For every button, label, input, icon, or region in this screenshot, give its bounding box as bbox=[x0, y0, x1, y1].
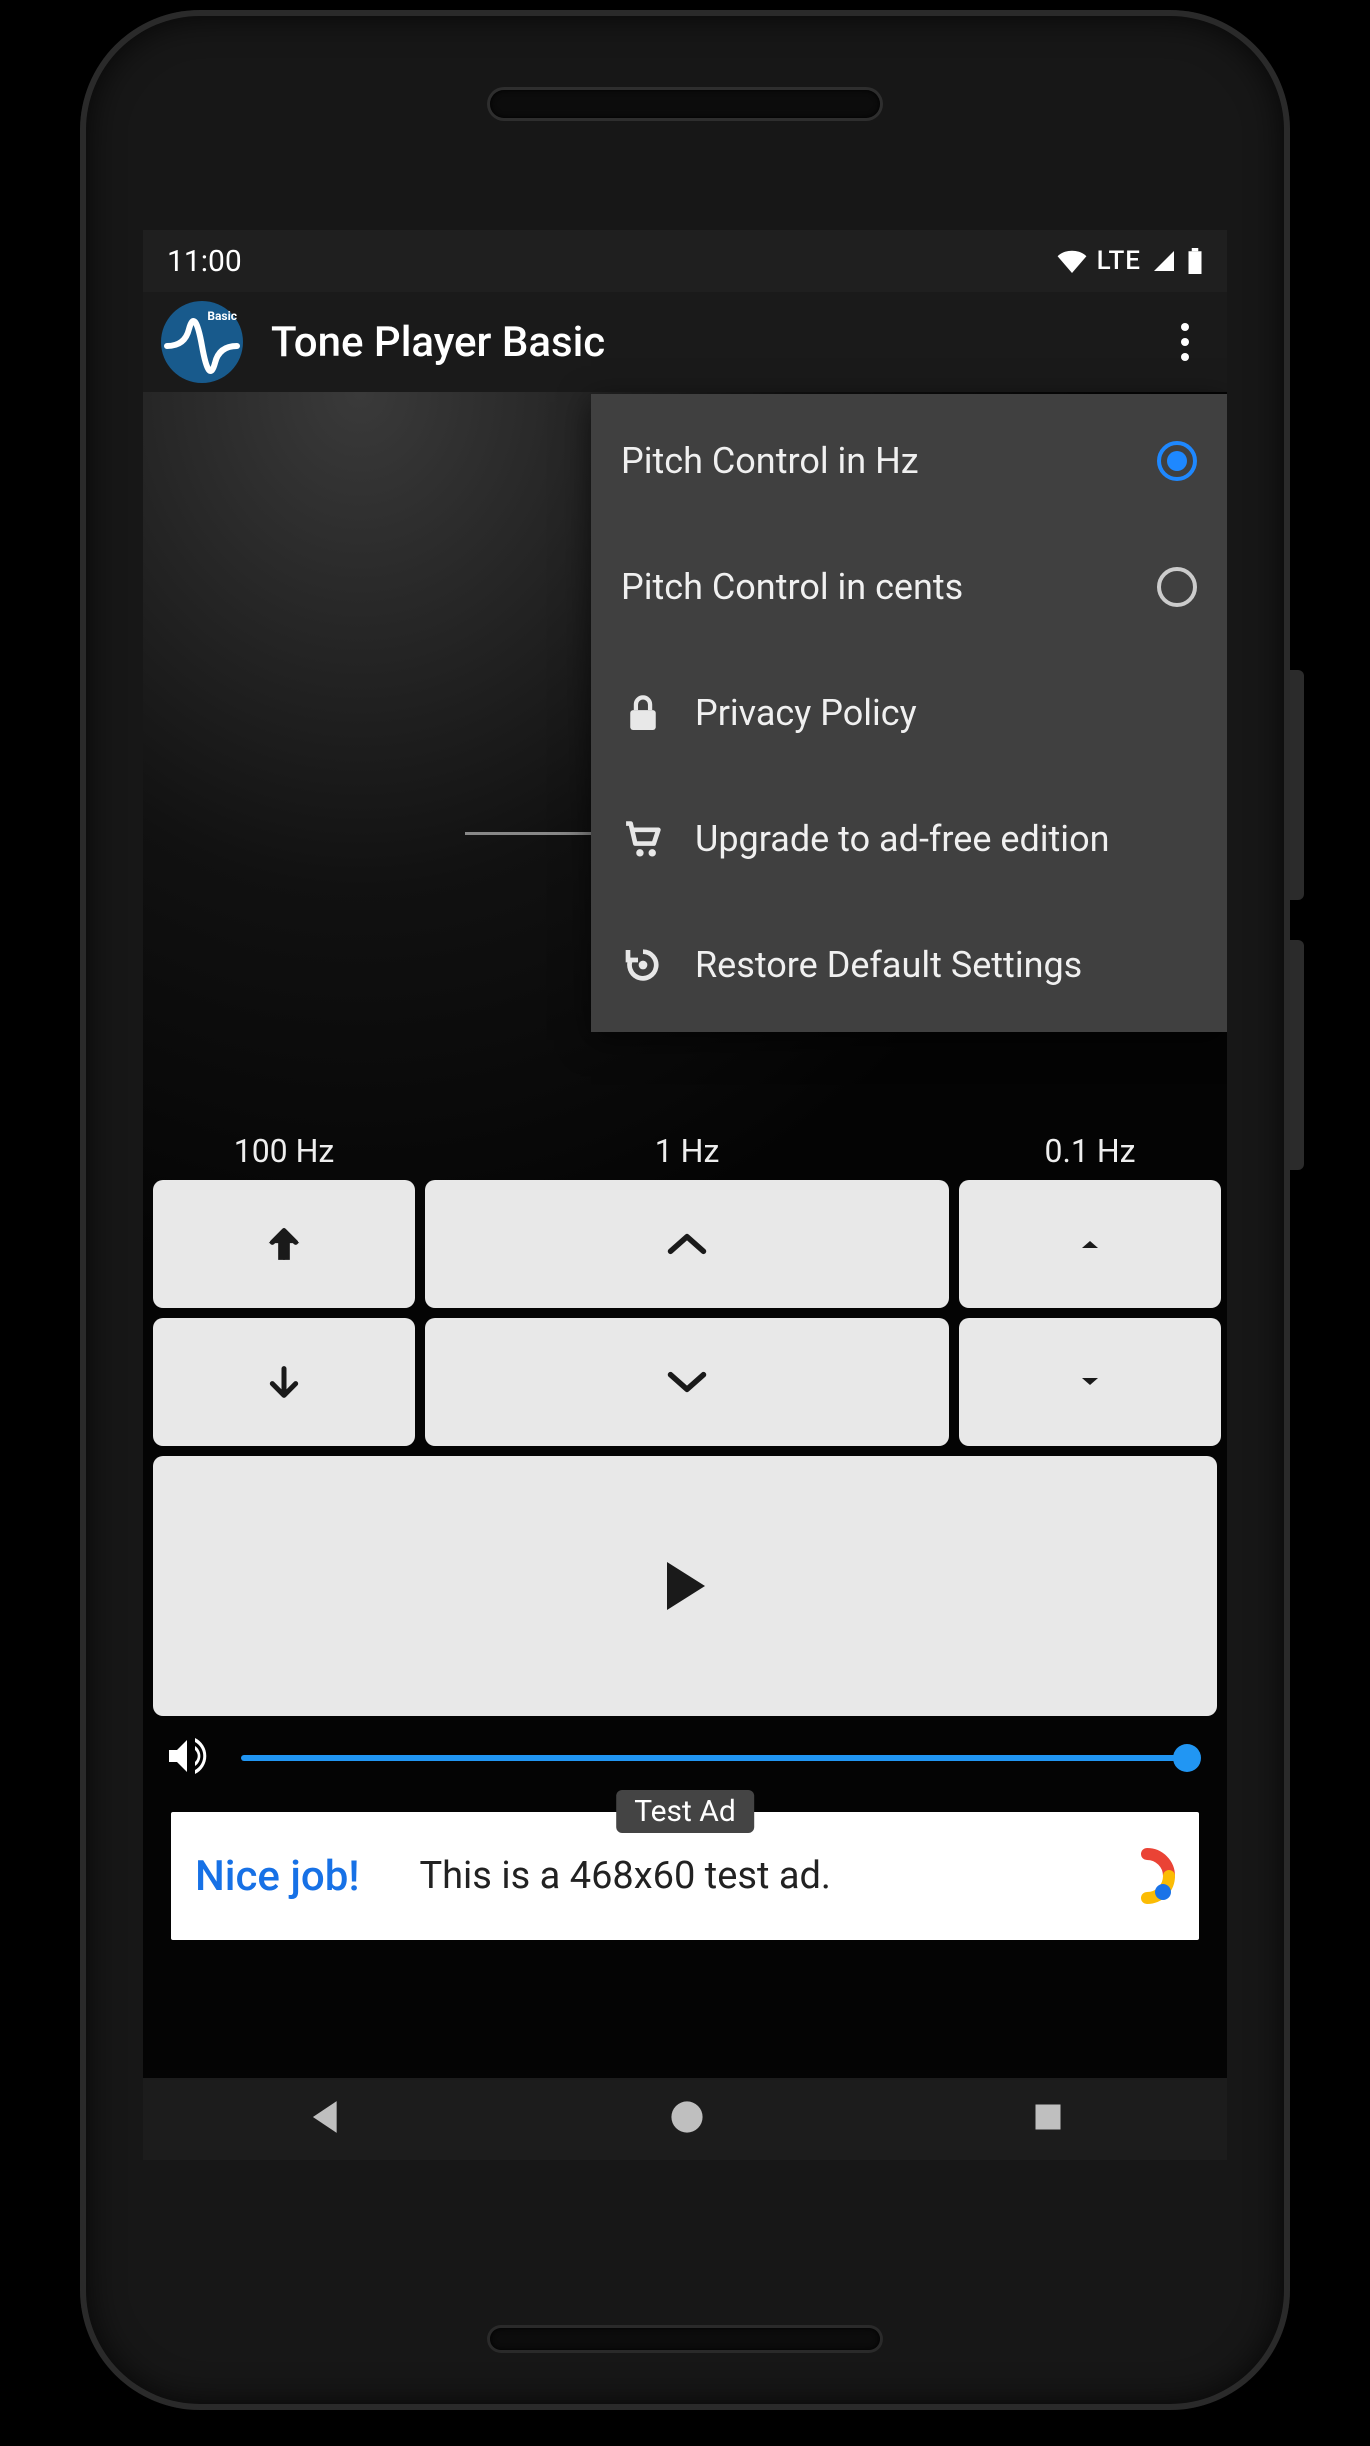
radio-unselected-icon bbox=[1157, 567, 1197, 607]
menu-item-label: Privacy Policy bbox=[695, 692, 1197, 734]
volume-thumb[interactable] bbox=[1173, 1744, 1201, 1772]
step-label-1hz: 1 Hz bbox=[425, 1132, 949, 1170]
menu-item-upgrade[interactable]: Upgrade to ad-free edition bbox=[591, 776, 1227, 902]
step-label-100hz: 100 Hz bbox=[153, 1132, 415, 1170]
play-button[interactable] bbox=[153, 1456, 1217, 1716]
triangle-back-icon bbox=[307, 2098, 341, 2136]
step-up-01hz-button[interactable] bbox=[959, 1180, 1221, 1308]
nav-back-button[interactable] bbox=[307, 2098, 341, 2140]
phone-side-button bbox=[1290, 940, 1304, 1170]
battery-icon bbox=[1187, 248, 1203, 274]
system-navbar bbox=[143, 2078, 1227, 2160]
phone-frame: 11:00 LTE Basic Tone Player Basic bbox=[80, 10, 1290, 2410]
caret-down-icon bbox=[1078, 1375, 1102, 1389]
step-area: 100 Hz 1 Hz 0.1 Hz bbox=[153, 1132, 1217, 1716]
step-down-01hz-button[interactable] bbox=[959, 1318, 1221, 1446]
play-icon bbox=[660, 1558, 710, 1614]
phone-speaker bbox=[490, 2328, 880, 2350]
overflow-menu: Pitch Control in Hz Pitch Control in cen… bbox=[591, 394, 1227, 1032]
app-header: Basic Tone Player Basic bbox=[143, 292, 1227, 392]
menu-item-restore[interactable]: Restore Default Settings bbox=[591, 902, 1227, 1028]
menu-item-label: Upgrade to ad-free edition bbox=[695, 818, 1197, 860]
square-recents-icon bbox=[1033, 2102, 1063, 2132]
status-network: LTE bbox=[1097, 246, 1141, 276]
volume-slider[interactable] bbox=[241, 1755, 1197, 1761]
phone-earpiece bbox=[490, 90, 880, 118]
ad-badge: Test Ad bbox=[616, 1790, 754, 1833]
app-logo: Basic bbox=[161, 301, 243, 383]
step-labels: 100 Hz 1 Hz 0.1 Hz bbox=[153, 1132, 1217, 1170]
step-up-1hz-button[interactable] bbox=[425, 1180, 949, 1308]
screen: 11:00 LTE Basic Tone Player Basic bbox=[143, 230, 1227, 2160]
status-bar: 11:00 LTE bbox=[143, 230, 1227, 292]
caret-up-icon bbox=[1078, 1237, 1102, 1251]
ad-headline: Nice job! bbox=[195, 1852, 359, 1901]
step-down-1hz-button[interactable] bbox=[425, 1318, 949, 1446]
nav-recents-button[interactable] bbox=[1033, 2102, 1063, 2136]
app-title: Tone Player Basic bbox=[271, 318, 1133, 367]
phone-side-button bbox=[1290, 670, 1304, 900]
circle-home-icon bbox=[670, 2100, 704, 2134]
volume-row bbox=[163, 1732, 1197, 1784]
menu-item-label: Pitch Control in Hz bbox=[621, 440, 1127, 482]
ad-banner[interactable]: Test Ad Nice job! This is a 468x60 test … bbox=[171, 1812, 1199, 1940]
menu-item-privacy[interactable]: Privacy Policy bbox=[591, 650, 1227, 776]
volume-icon bbox=[163, 1732, 211, 1784]
step-grid bbox=[153, 1180, 1217, 1446]
menu-item-label: Restore Default Settings bbox=[695, 944, 1197, 986]
menu-item-pitch-cents[interactable]: Pitch Control in cents bbox=[591, 524, 1227, 650]
overflow-menu-button[interactable] bbox=[1161, 318, 1209, 366]
step-label-01hz: 0.1 Hz bbox=[959, 1132, 1221, 1170]
cart-icon bbox=[621, 820, 665, 858]
menu-item-label: Pitch Control in cents bbox=[621, 566, 1127, 608]
lock-icon bbox=[621, 693, 665, 733]
menu-item-pitch-hz[interactable]: Pitch Control in Hz bbox=[591, 398, 1227, 524]
restore-icon bbox=[621, 945, 665, 985]
nav-home-button[interactable] bbox=[670, 2100, 704, 2138]
step-up-100hz-button[interactable] bbox=[153, 1180, 415, 1308]
step-down-100hz-button[interactable] bbox=[153, 1318, 415, 1446]
arrow-down-icon bbox=[264, 1362, 304, 1402]
wifi-icon bbox=[1057, 249, 1087, 273]
kebab-icon bbox=[1181, 323, 1189, 361]
chevron-down-icon bbox=[665, 1368, 709, 1396]
arrow-up-icon bbox=[264, 1224, 304, 1264]
app-logo-badge: Basic bbox=[207, 309, 237, 323]
chevron-up-icon bbox=[665, 1230, 709, 1258]
radio-selected-icon bbox=[1157, 441, 1197, 481]
ad-body: This is a 468x60 test ad. bbox=[419, 1854, 1119, 1898]
signal-icon bbox=[1151, 249, 1177, 273]
status-time: 11:00 bbox=[167, 244, 242, 279]
admob-logo-icon bbox=[1119, 1848, 1175, 1904]
